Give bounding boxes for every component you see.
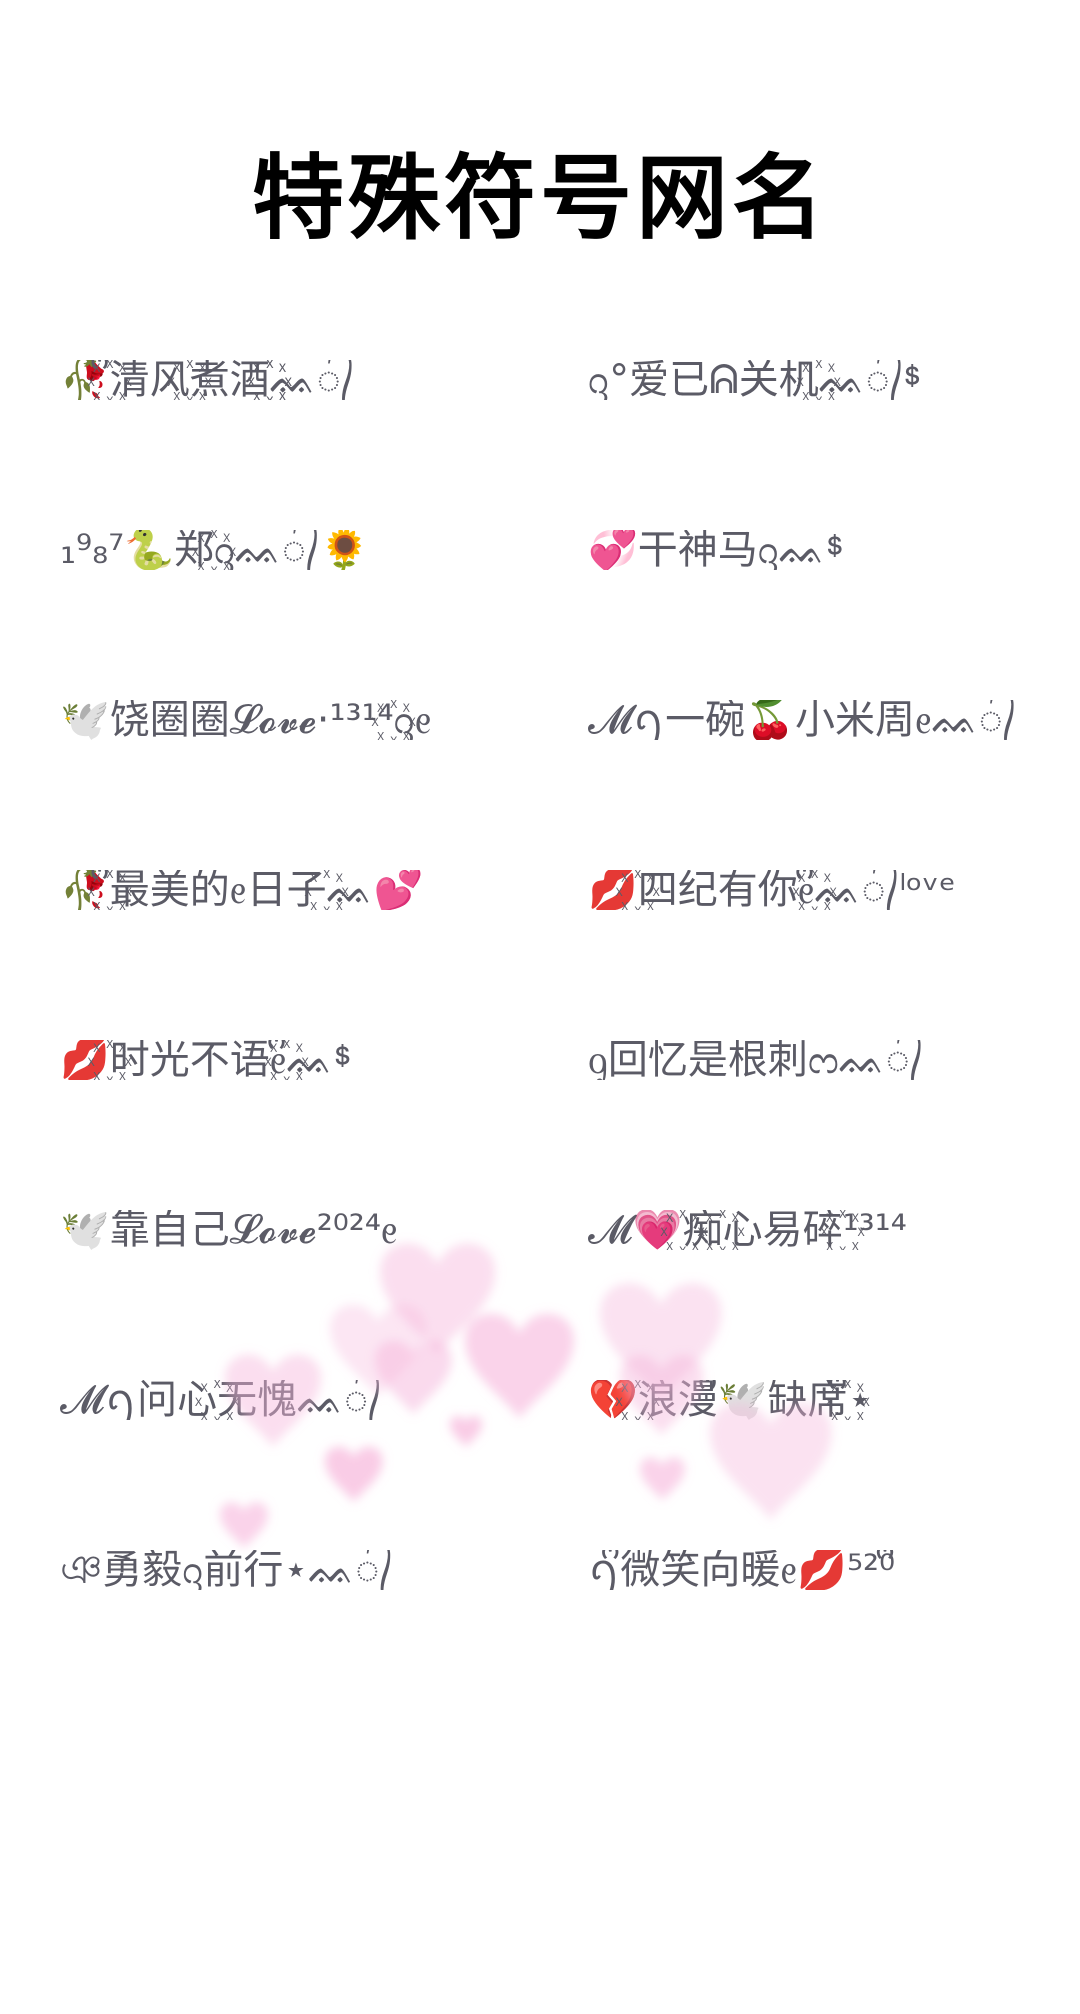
name-grid: 🥀꙰ᩚ清风꙰煮酒꙰꙰ᨐ᭄ ᦋ°爱已ᕱ关机꙰ᨐ᭄ᙚ ₁⁹₈⁷🐍郑꙰ᦋᨐ᭄🌻 💞干神… (0, 0, 1080, 2014)
nickname-item: 🥀꙰ᩚ清风꙰煮酒꙰꙰ᨐ᭄ (60, 360, 355, 400)
nickname-item: 𝓜💗꙰痴꙰心易碎꙰¹³¹⁴ (588, 1210, 907, 1250)
nickname-item: ₁⁹₈⁷🐍郑꙰ᦋᨐ᭄🌻 (60, 530, 370, 570)
nickname-item: 𝓜ꪆ问心꙰无愧ᨐ᭄ (60, 1380, 382, 1420)
nickname-item: 🕊️靠自己𝓛𝓸𝓿𝓮²⁰²⁴ᧉ (60, 1210, 398, 1250)
nickname-item: ᦋ°爱已ᕱ关机꙰ᨐ᭄ᙚ (588, 360, 922, 400)
nickname-item: ꪆᩚ微笑向暖ᧉ💋⁵²⁰ᩚ (588, 1550, 896, 1590)
nickname-item: 💋꙰时光不语ᧉ꙰ᩚᨐᙚ (60, 1040, 352, 1080)
nickname-item: ᧁ回忆是根刺ᦂᨐ᭄ (588, 1040, 924, 1080)
nickname-item: 𝓜ꪆ一碗🍒小米周ᧉᨐ᭄ (588, 700, 1017, 740)
nickname-item: 🕊️饶圈圈𝓛𝓸𝓿𝓮·¹³¹⁴꙰ᦋᧉ (60, 700, 432, 740)
page: 特殊符号网名 🥀꙰ᩚ清风꙰煮酒꙰꙰ᨐ᭄ ᦋ°爱已ᕱ关机꙰ᨐ᭄ᙚ ₁⁹₈⁷🐍郑꙰ᦋ… (0, 0, 1080, 2014)
nickname-item: ঞ勇毅ᦋ前行⋆ᨐ᭄ (60, 1550, 394, 1590)
nickname-item: 🥀꙰ᩚ最美的ᧉ日子꙰ᨐ💕 (60, 870, 424, 910)
nickname-item: 💞干神马ᦋᨐᙚ (588, 530, 844, 570)
nickname-item: 💔꙰浪漫ᩚ🕊️缺席ᩚ꙰⋆ (588, 1380, 873, 1420)
nickname-item: 💋꙰四纪有你ᧉ꙰ᩚᨐ᭄ˡᵒᵛᵉ (588, 870, 956, 910)
